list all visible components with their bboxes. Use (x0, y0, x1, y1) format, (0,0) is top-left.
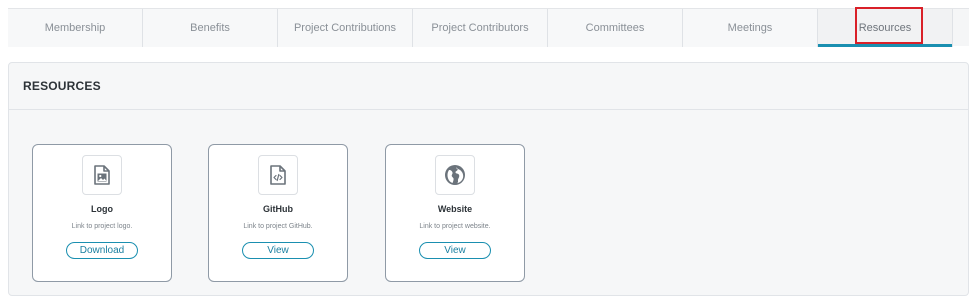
tab-membership[interactable]: Membership (8, 9, 143, 47)
view-button[interactable]: View (419, 242, 491, 259)
resource-card-website: Website Link to project website. View (385, 144, 525, 282)
resource-description: Link to project website. (419, 223, 491, 230)
active-tab-underline (818, 44, 952, 47)
section-title: RESOURCES (9, 63, 968, 110)
tab-label: Project Contributions (293, 22, 397, 34)
globe-icon (435, 155, 475, 195)
resource-title: GitHub (263, 204, 293, 214)
resource-description: Link to project GitHub. (243, 223, 313, 230)
tab-label: Benefits (190, 22, 230, 34)
image-file-icon (82, 155, 122, 195)
resource-card-github: GitHub Link to project GitHub. View (208, 144, 348, 282)
tab-project-contributors[interactable]: Project Contributors (413, 9, 548, 47)
tab-resources[interactable]: Resources (818, 7, 953, 47)
tab-bar: Membership Benefits Project Contribution… (8, 7, 969, 47)
tab-benefits[interactable]: Benefits (143, 9, 278, 47)
resource-card-logo: Logo Link to project logo. Download (32, 144, 172, 282)
tab-label: Resources (858, 22, 912, 34)
tab-label: Meetings (727, 22, 773, 34)
resource-description: Link to project logo. (71, 223, 133, 230)
tab-label: Committees (585, 22, 645, 34)
resource-title: Website (437, 204, 473, 214)
resources-panel: RESOURCES Logo Link to project logo. Dow… (8, 62, 969, 296)
tab-project-contributions[interactable]: Project Contributions (278, 9, 413, 47)
tab-label: Project Contributors (431, 22, 529, 34)
tab-committees[interactable]: Committees (548, 9, 683, 47)
view-button[interactable]: View (242, 242, 314, 259)
download-button[interactable]: Download (66, 242, 138, 259)
tab-label: Membership (44, 22, 106, 34)
code-file-icon (258, 155, 298, 195)
tab-meetings[interactable]: Meetings (683, 9, 818, 47)
resource-title: Logo (91, 204, 113, 214)
